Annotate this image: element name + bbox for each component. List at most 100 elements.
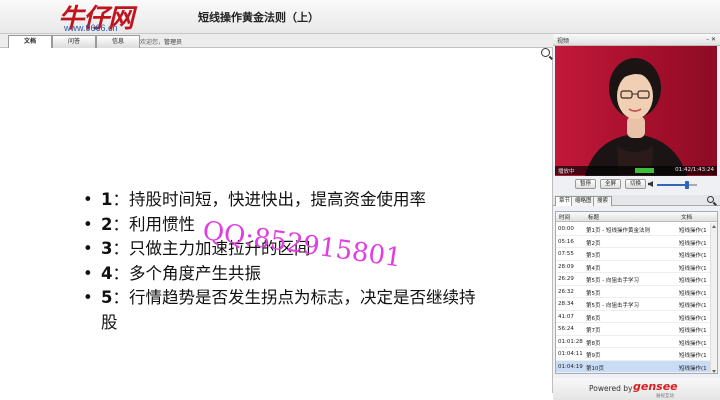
table-row[interactable]: 01:04:11 第9页 短线操作(1 (556, 348, 712, 361)
chapter-title: 第2页 (586, 240, 601, 247)
right-panel: 视频 – ✕ 播放中 01:42/1:43:24 暂停 全屏 切换 章节 缩略图… (553, 34, 720, 400)
table-row[interactable]: 07:55 第3页 短线操作(1 (556, 248, 712, 261)
bullet-number: 1 (101, 190, 113, 209)
tab-qa[interactable]: 问答 (52, 35, 96, 48)
gensee-logo: gensee (633, 380, 678, 393)
column-header-time: 时间 (559, 215, 571, 221)
scroll-down-icon[interactable] (712, 370, 716, 373)
tab-thumbnails[interactable]: 缩略图 (571, 196, 596, 206)
tab-search[interactable]: 搜索 (593, 196, 613, 206)
zoom-icon[interactable] (707, 196, 714, 203)
table-row[interactable]: 28:09 第4页 短线操作(1 (556, 261, 712, 273)
table-row[interactable]: 41:07 第6页 短线操作(1 (556, 311, 712, 323)
app-window: 牛仔网 www.9666.cn 短线操作黄金法则（上） 文档 问答 信息 欢迎您… (0, 0, 720, 400)
chapter-time: 41:07 (558, 313, 574, 320)
bullet-text: 行情趋势是否发生拐点为标志，决定是否继续持股 (101, 288, 476, 332)
bullet-separator: ： (112, 190, 129, 209)
chapter-time: 28:34 (558, 301, 574, 307)
video-time: 01:42/1:43:24 (675, 167, 714, 173)
chapter-rows: 00:00 第1页 - 短线操作黄金法则 短线操作(1 05:16 第2页 短线操作(1 0… (556, 223, 712, 373)
presenter-video-frame (585, 58, 687, 176)
bullet-text: 多个角度产生共振 (128, 263, 261, 283)
welcome-text: 欢迎您，管理员 (140, 37, 182, 46)
chapter-title: 第7页 (586, 328, 601, 334)
chapter-doc: 短线操作(1 (679, 240, 707, 247)
gensee-subtitle: 展视互动 (656, 394, 674, 399)
volume-icon[interactable] (648, 181, 653, 187)
chapter-time: 01:01:28 (558, 338, 583, 345)
chapter-time: 05:16 (558, 238, 574, 245)
tab-info[interactable]: 信息 (96, 35, 140, 48)
chapter-doc: 短线操作(1 (679, 303, 707, 309)
powered-by-text: Powered by (589, 384, 633, 393)
chapter-doc: 短线操作(1 (679, 265, 707, 272)
page-title: 短线操作黄金法则（上） (198, 11, 319, 24)
chapter-title: 第5页 (586, 290, 601, 297)
chapter-time: 28:09 (558, 263, 574, 270)
video-status-bar: 播放中 01:42/1:43:24 (555, 166, 717, 175)
logo-url: www.9666.cn (64, 23, 118, 33)
main-tabbar: 文档 问答 信息 欢迎您，管理员 (0, 34, 553, 48)
bullet-text: 持股时间短，快进快出，提高资金使用率 (128, 190, 426, 209)
slide-bullet: 4：多个角度产生共振 (83, 262, 483, 287)
table-row[interactable]: 26:32 第5页 短线操作(1 (556, 286, 712, 298)
slide-bullets: 1：持股时间短，快进快出，提高资金使用率2：利用惯性3：只做主力加速拉升的区间4… (83, 188, 483, 335)
chapter-title: 第6页 (586, 315, 601, 322)
scroll-up-icon[interactable] (712, 225, 716, 228)
tab-documents[interactable]: 文档 (8, 35, 52, 48)
chapter-doc: 短线操作(1 (679, 353, 707, 359)
chapter-doc: 短线操作(1 (679, 290, 707, 297)
welcome-user: 管理员 (164, 39, 183, 46)
bullet-separator: ： (112, 239, 129, 258)
progress-fill[interactable] (635, 168, 654, 173)
video-controls: 暂停 全屏 切换 (553, 177, 720, 191)
bullet-separator: ： (112, 214, 129, 234)
play-status: 播放中 (558, 169, 575, 175)
window-controls-icon[interactable]: – ✕ (706, 36, 716, 43)
chapter-table-header: 时间 标题 文档 (556, 212, 717, 222)
zoom-icon[interactable] (541, 48, 550, 57)
header-bar: 牛仔网 www.9666.cn 短线操作黄金法则（上） (0, 0, 720, 34)
video-panel-label: 视频 (557, 38, 570, 45)
volume-slider[interactable] (657, 181, 697, 189)
switch-button[interactable]: 切换 (625, 179, 647, 189)
column-header-title: 标题 (588, 215, 600, 221)
chapter-doc: 短线操作(1 (679, 340, 707, 347)
powered-by-footer: Powered by gensee 展视互动 (553, 378, 720, 400)
chapter-scrollbar[interactable] (710, 223, 717, 373)
volume-knob[interactable] (685, 181, 689, 189)
table-row[interactable]: 01:01:28 第8页 短线操作(1 (556, 336, 712, 348)
chapter-time: 26:32 (558, 288, 574, 295)
chapter-tabbar: 章节 缩略图 搜索 (553, 195, 720, 206)
bullet-text: 利用惯性 (128, 214, 195, 234)
site-logo[interactable]: 牛仔网 www.9666.cn (58, 0, 144, 34)
chapter-doc: 短线操作(1 (679, 328, 707, 334)
column-header-doc: 文档 (681, 215, 693, 221)
table-row[interactable]: 56:24 第7页 短线操作(1 (556, 323, 712, 336)
chapter-title: 第3页 (586, 253, 601, 259)
volume-fill (657, 184, 687, 186)
welcome-prefix: 欢迎您， (140, 39, 165, 46)
video-player[interactable] (555, 46, 717, 176)
slide-bullet: 5：行情趋势是否发生拐点为标志，决定是否继续持股 (83, 286, 483, 335)
table-row[interactable]: 01:04:19 第10页 短线操作(1 (556, 360, 712, 373)
chapter-doc: 短线操作(1 (679, 278, 707, 284)
table-row[interactable]: 28:34 第5页 - 向狙击手学习 短线操作(1 (556, 298, 712, 311)
table-row[interactable]: 00:00 第1页 - 短线操作黄金法则 短线操作(1 (556, 223, 712, 236)
chapter-time: 56:24 (558, 326, 574, 332)
chapter-title: 第5页 - 向狙击手学习 (586, 303, 639, 309)
chapter-title: 第10页 (586, 365, 604, 372)
pause-button[interactable]: 暂停 (575, 179, 597, 189)
chapter-time: 07:55 (558, 251, 574, 257)
chapter-time: 01:04:19 (558, 363, 583, 370)
chapter-table: 时间 标题 文档 00:00 第1页 - 短线操作黄金法则 短线操作(1 05:16 第… (555, 211, 718, 374)
table-row[interactable]: 05:16 第2页 短线操作(1 (556, 236, 712, 248)
bullet-separator: ： (112, 288, 129, 307)
chapter-title: 第5页 - 向狙击手学习 (586, 278, 639, 284)
chapter-title: 第8页 (586, 340, 601, 347)
bullet-number: 5 (101, 288, 113, 307)
bullet-number: 4 (101, 263, 113, 283)
chapter-doc: 短线操作(1 (679, 253, 707, 259)
fullscreen-button[interactable]: 全屏 (600, 179, 622, 189)
table-row[interactable]: 26:29 第5页 - 向狙击手学习 短线操作(1 (556, 273, 712, 286)
